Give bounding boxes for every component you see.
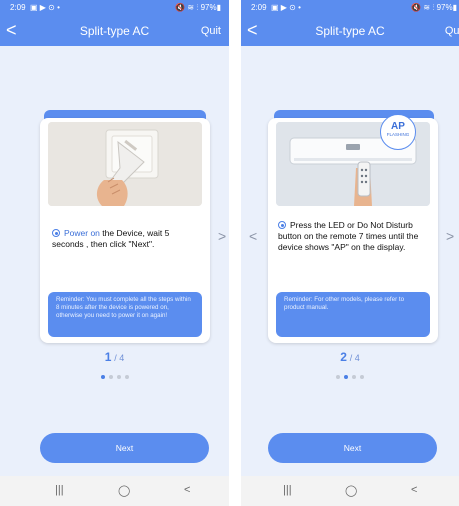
page-total: / 4	[349, 353, 360, 363]
page-dots	[241, 366, 459, 384]
radio-bullet	[52, 229, 60, 237]
prev-arrow[interactable]: <	[249, 228, 257, 244]
instruction-text: Power on the Device, wait 5 seconds , th…	[52, 228, 200, 250]
page-dot	[352, 375, 356, 379]
page-title: Split-type AC	[315, 24, 385, 38]
page-dot	[124, 375, 129, 379]
page-dot	[336, 375, 340, 379]
ap-badge-main: AP	[391, 121, 405, 132]
ap-badge-sub: FLASHING	[386, 132, 410, 137]
status-left-icons: ▣ ▶ ⊙ •	[271, 3, 301, 12]
quit-button[interactable]: Quit	[445, 25, 459, 37]
instruction-card: Power on the Device, wait 5 seconds , th…	[40, 118, 210, 343]
status-right-icons: 🔇 ≋ ⫶ 97%▮	[411, 3, 457, 12]
next-button[interactable]: Next	[268, 433, 437, 463]
page-dot	[344, 375, 348, 379]
status-left-icons: ▣ ▶ ⊙ •	[30, 3, 60, 12]
screen-step-1: 2:09 ▣ ▶ ⊙ • 🔇 ≋ ⫶ 97%▮ < Split-type AC …	[0, 0, 229, 506]
page-indicator: 2 / 4	[241, 350, 459, 364]
page-indicator: 1 / 4	[0, 350, 229, 364]
system-nav-bar: ||| ◯ <	[0, 476, 229, 506]
screen-step-2: 2:09 ▣ ▶ ⊙ • 🔇 ≋ ⫶ 97%▮ < Split-type AC …	[241, 0, 459, 506]
home-button[interactable]: ◯	[118, 484, 130, 497]
status-bar: 2:09 ▣ ▶ ⊙ • 🔇 ≋ ⫶ 97%▮	[0, 0, 229, 16]
reminder-box: Reminder: For other models, please refer…	[276, 292, 430, 337]
page-dot	[116, 375, 121, 379]
instruction-body: Press the LED or Do Not Disturb button o…	[278, 220, 419, 252]
reminder-box: Reminder: You must complete all the step…	[48, 292, 202, 337]
app-header: < Split-type AC Quit	[241, 16, 459, 46]
app-header: < Split-type AC Quit	[0, 16, 229, 46]
page-current: 2	[340, 350, 347, 364]
nav-back-button[interactable]: <	[184, 484, 190, 496]
next-button[interactable]: Next	[40, 433, 209, 463]
status-time: 2:09	[251, 3, 267, 12]
page-current: 1	[104, 350, 112, 364]
instruction-text: Press the LED or Do Not Disturb button o…	[278, 220, 428, 253]
ap-flashing-badge: AP FLASHING	[380, 114, 416, 150]
page-dot	[100, 375, 105, 379]
page-dot	[108, 375, 113, 379]
status-time: 2:09	[10, 3, 26, 12]
instruction-card: AP FLASHING Press the LED or Do Not Dist…	[268, 114, 438, 343]
recent-apps-button[interactable]: |||	[55, 484, 64, 496]
recent-apps-button[interactable]: |||	[283, 484, 292, 496]
plug-socket-image	[48, 122, 202, 206]
radio-bullet	[278, 221, 286, 229]
next-arrow[interactable]: >	[218, 228, 226, 244]
status-bar: 2:09 ▣ ▶ ⊙ • 🔇 ≋ ⫶ 97%▮	[241, 0, 459, 16]
page-total: / 4	[114, 353, 125, 363]
page-title: Split-type AC	[79, 24, 150, 38]
screen-divider	[229, 0, 241, 506]
page-dot	[360, 375, 364, 379]
power-on-illustration	[48, 122, 202, 206]
instruction-highlight: Power on	[64, 228, 100, 238]
next-arrow[interactable]: >	[446, 228, 454, 244]
home-button[interactable]: ◯	[345, 484, 357, 497]
quit-button[interactable]: Quit	[201, 25, 221, 37]
status-right-icons: 🔇 ≋ ⫶ 97%▮	[175, 3, 221, 12]
system-nav-bar: ||| ◯ <	[241, 476, 459, 506]
page-dots	[0, 366, 229, 384]
nav-back-button[interactable]: <	[411, 484, 417, 496]
